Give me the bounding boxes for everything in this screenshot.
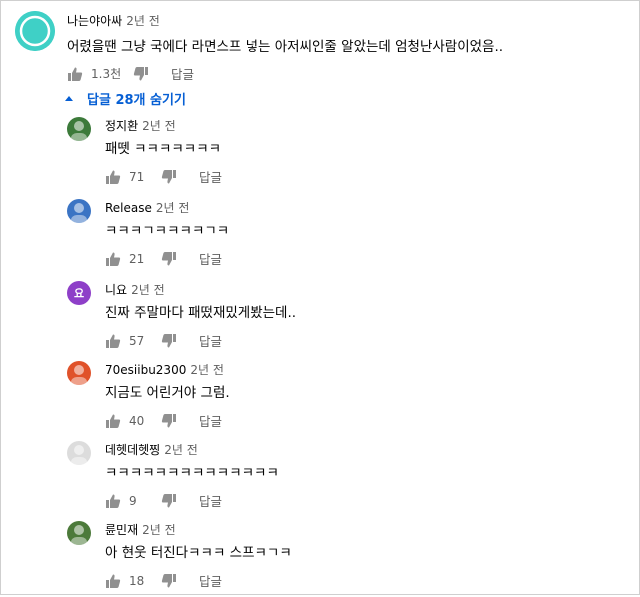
comment-text: 지금도 어린거야 그럼. — [105, 385, 230, 401]
author-name[interactable]: 데헷데헷찡 — [105, 443, 160, 457]
comment-header: 륜민재 2년 전 — [105, 521, 176, 538]
comment-text: 패뗏 ㅋㅋㅋㅋㅋㅋㅋ — [105, 141, 222, 157]
reply-comment: 요 니요 2년 전진짜 주말마다 패떴재밌게봤는데.. 57 답글 — [1, 277, 639, 357]
timestamp[interactable]: 2년 전 — [142, 523, 176, 537]
timestamp[interactable]: 2년 전 — [190, 363, 224, 377]
profile-picture-icon — [71, 445, 87, 465]
thumbs-up-icon[interactable] — [105, 573, 121, 589]
default-avatar-icon — [15, 11, 55, 51]
comment-header: 정지환 2년 전 — [105, 117, 176, 134]
timestamp[interactable]: 2년 전 — [126, 14, 160, 28]
comment-actions: 1.3천 답글 — [67, 64, 194, 83]
hide-replies-label: 답글 28개 숨기기 — [87, 93, 186, 108]
like-count: 40 — [129, 413, 145, 428]
comment-header: 나는야아싸 2년 전 — [67, 12, 160, 29]
avatar[interactable] — [15, 11, 55, 51]
avatar[interactable] — [67, 361, 91, 385]
top-comment: 나는야아싸 2년 전 어렸을땐 그냥 국에다 라면스프 넣는 아저씨인줄 알았는데… — [1, 1, 639, 89]
author-name[interactable]: 나는야아싸 — [67, 14, 122, 28]
chevron-up-icon — [65, 96, 73, 101]
comment-actions: 9 답글 — [105, 491, 222, 510]
reply-button[interactable]: 답글 — [199, 331, 222, 350]
timestamp[interactable]: 2년 전 — [156, 201, 190, 215]
thumbs-down-icon[interactable] — [161, 169, 177, 185]
comment-text: 아 현웃 터진다ㅋㅋㅋ 스프ㅋㄱㅋ — [105, 545, 292, 561]
author-name[interactable]: 정지환 — [105, 119, 138, 133]
reply-comment: 70esiibu2300 2년 전지금도 어린거야 그럼. 40 답글 — [1, 357, 639, 437]
avatar[interactable] — [67, 521, 91, 545]
like-count: 1.3천 — [91, 67, 122, 81]
comment-actions: 18 답글 — [105, 571, 222, 590]
reply-comment: 륜민재 2년 전아 현웃 터진다ㅋㅋㅋ 스프ㅋㄱㅋ 18 답글 — [1, 517, 639, 597]
thumbs-up-icon[interactable] — [67, 66, 83, 82]
comment-header: 데헷데헷찡 2년 전 — [105, 441, 198, 458]
avatar[interactable] — [67, 199, 91, 223]
reply-button[interactable]: 답글 — [199, 411, 222, 430]
comment-header: Release 2년 전 — [105, 199, 189, 216]
avatar[interactable]: 요 — [67, 281, 91, 305]
author-name[interactable]: 70esiibu2300 — [105, 363, 186, 377]
reply-button[interactable]: 답글 — [199, 571, 222, 590]
comment-actions: 40 답글 — [105, 411, 222, 430]
profile-picture-icon — [71, 525, 87, 545]
like-count: 21 — [129, 251, 145, 266]
like-count: 71 — [129, 169, 145, 184]
reply-button[interactable]: 답글 — [199, 491, 222, 510]
avatar-letter: 요 — [73, 287, 85, 300]
reply-comment: 데헷데헷찡 2년 전 ㅋㅋㅋㅋㅋㅋㅋㅋㅋㅋㅋㅋㅋㅋ 9 답글 — [1, 437, 639, 517]
timestamp[interactable]: 2년 전 — [131, 283, 165, 297]
avatar[interactable] — [67, 441, 91, 465]
thumbs-down-icon[interactable] — [161, 251, 177, 267]
thumbs-down-icon[interactable] — [161, 493, 177, 509]
comment-actions: 71 답글 — [105, 167, 222, 186]
thumbs-up-icon[interactable] — [105, 493, 121, 509]
thumbs-up-icon[interactable] — [105, 169, 121, 185]
like-count: 18 — [129, 573, 145, 588]
timestamp[interactable]: 2년 전 — [142, 119, 176, 133]
comment-text: 진짜 주말마다 패떴재밌게봤는데.. — [105, 305, 297, 321]
timestamp[interactable]: 2년 전 — [164, 443, 198, 457]
comment-header: 70esiibu2300 2년 전 — [105, 361, 224, 378]
profile-picture-icon — [71, 121, 87, 141]
profile-picture-icon — [71, 203, 87, 223]
author-name[interactable]: 륜민재 — [105, 523, 138, 537]
avatar[interactable] — [67, 117, 91, 141]
reply-comment: 정지환 2년 전패뗏 ㅋㅋㅋㅋㅋㅋㅋ 71 답글 — [1, 113, 639, 193]
author-name[interactable]: 니요 — [105, 283, 127, 297]
profile-picture-icon — [71, 365, 87, 385]
like-count: 9 — [129, 493, 137, 508]
thumbs-up-icon[interactable] — [105, 251, 121, 267]
comment-text: 어렸을땐 그냥 국에다 라면스프 넣는 아저씨인줄 알았는데 엄청난사람이었음.… — [67, 39, 504, 55]
comment-text: ㅋㅋㅋㅋㅋㅋㅋㅋㅋㅋㅋㅋㅋㅋ — [105, 465, 279, 481]
like-count: 57 — [129, 333, 145, 348]
reply-button[interactable]: 답글 — [171, 64, 194, 83]
comment-header: 니요 2년 전 — [105, 281, 165, 298]
reply-button[interactable]: 답글 — [199, 167, 222, 186]
thumbs-up-icon[interactable] — [105, 413, 121, 429]
author-name[interactable]: Release — [105, 201, 152, 215]
thumbs-down-icon[interactable] — [133, 66, 149, 82]
comment-actions: 57 답글 — [105, 331, 222, 350]
reply-button[interactable]: 답글 — [199, 249, 222, 268]
hide-replies-toggle[interactable]: 답글 28개 숨기기 — [65, 89, 186, 108]
reply-comment: Release 2년 전 ㅋㅋㅋㄱㅋㅋㅋㅋㄱㅋ 21 답글 — [1, 195, 639, 275]
comment-text: ㅋㅋㅋㄱㅋㅋㅋㅋㄱㅋ — [105, 223, 230, 239]
thumbs-down-icon[interactable] — [161, 413, 177, 429]
thumbs-down-icon[interactable] — [161, 573, 177, 589]
thumbs-up-icon[interactable] — [105, 333, 121, 349]
thumbs-down-icon[interactable] — [161, 333, 177, 349]
comment-actions: 21 답글 — [105, 249, 222, 268]
